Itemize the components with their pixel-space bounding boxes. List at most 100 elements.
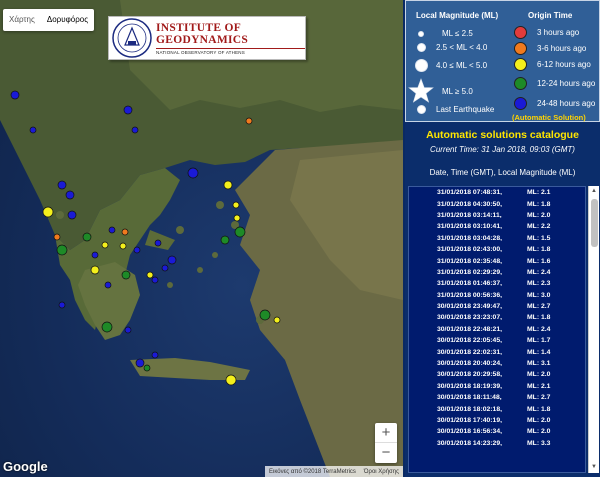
magnitude-row: 4.0 ≤ ML < 5.0 (406, 59, 487, 72)
row-datetime: 30/01/2018 22:48:21, (437, 325, 503, 333)
legend-box: Local Magnitude (ML) Origin Time ML ≤ 2.… (405, 0, 600, 122)
row-magnitude: ML: 2.0 (527, 428, 551, 436)
row-magnitude: ML: 1.7 (527, 337, 551, 345)
terms-link[interactable]: Όροι Χρήσης (364, 469, 399, 475)
scroll-thumb[interactable] (591, 199, 598, 247)
magnitude-row: ML ≥ 5.0 (406, 78, 473, 104)
row-magnitude: ML: 2.0 (527, 211, 551, 219)
row-datetime: 30/01/2018 20:29:58, (437, 371, 503, 379)
row-datetime: 31/01/2018 03:04:28, (437, 234, 503, 242)
row-datetime: 31/01/2018 04:30:50, (437, 200, 503, 208)
row-datetime: 30/01/2018 16:56:34, (437, 428, 503, 436)
catalogue-row[interactable]: 30/01/2018 18:02:18, ML: 1.8 (409, 403, 585, 414)
map-type-satellite[interactable]: Δορυφόρος (41, 9, 94, 31)
row-datetime: 30/01/2018 20:40:24, (437, 360, 503, 368)
star-icon (408, 78, 434, 103)
magnitude-legend-title: Local Magnitude (ML) (416, 11, 499, 20)
earthquake-markers (10, 90, 281, 386)
age-row: 24-48 hours ago (514, 97, 595, 110)
orange-dot-icon (514, 42, 527, 55)
row-datetime: 30/01/2018 18:02:18, (437, 405, 503, 413)
observatory-seal-icon (112, 18, 152, 58)
row-magnitude: ML: 1.6 (527, 257, 551, 265)
age-label: 12-24 hours ago (537, 79, 596, 88)
catalogue-row[interactable]: 31/01/2018 00:56:36, ML: 3.0 (409, 290, 585, 301)
row-magnitude: ML: 2.4 (527, 325, 551, 333)
catalogue-row[interactable]: 31/01/2018 04:30:50, ML: 1.8 (409, 198, 585, 209)
row-magnitude: ML: 1.8 (527, 200, 551, 208)
row-magnitude: ML: 2.1 (527, 382, 551, 390)
magnitude-label: Last Earthquake (436, 105, 495, 114)
age-label: 3 hours ago (537, 28, 580, 37)
row-datetime: 31/01/2018 03:10:41, (437, 223, 503, 231)
age-row: 12-24 hours ago (514, 77, 595, 90)
catalogue-row[interactable]: 31/01/2018 02:43:00, ML: 1.8 (409, 244, 585, 255)
magnitude-label: 4.0 ≤ ML < 5.0 (436, 61, 488, 70)
catalogue-row[interactable]: 30/01/2018 18:11:48, ML: 2.7 (409, 392, 585, 403)
scroll-down-icon[interactable]: ▼ (589, 462, 599, 473)
catalogue-row[interactable]: 30/01/2018 22:48:21, ML: 2.4 (409, 324, 585, 335)
row-magnitude: ML: 3.1 (527, 360, 551, 368)
catalogue-row[interactable]: 31/01/2018 02:35:48, ML: 1.6 (409, 255, 585, 266)
zoom-in-button[interactable]: + (375, 423, 397, 443)
age-row: 3-6 hours ago (514, 42, 586, 55)
catalogue-row[interactable]: 31/01/2018 03:10:41, ML: 2.2 (409, 221, 585, 232)
catalogue-row[interactable]: 31/01/2018 07:48:31, ML: 2.1 (409, 187, 585, 198)
row-magnitude: ML: 2.0 (527, 371, 551, 379)
age-label: 6-12 hours ago (537, 60, 591, 69)
row-magnitude: ML: 1.8 (527, 405, 551, 413)
row-magnitude: ML: 2.3 (527, 280, 551, 288)
row-magnitude: ML: 1.8 (527, 314, 551, 322)
row-magnitude: ML: 2.1 (527, 189, 551, 197)
imagery-credit: Εικόνες από ©2018 TerraMetrics (269, 468, 356, 475)
magnitude-row: 2.5 < ML < 4.0 (406, 43, 487, 52)
row-datetime: 31/01/2018 00:56:36, (437, 291, 503, 299)
row-datetime: 31/01/2018 02:29:29, (437, 268, 503, 276)
institute-name: INSTITUTE OF GEODYNAMICS (156, 21, 249, 46)
blue-dot-icon (514, 97, 527, 110)
institute-brand: INSTITUTE OF GEODYNAMICS NATIONAL OBSERV… (153, 22, 305, 55)
catalogue-row[interactable]: 30/01/2018 22:02:31, ML: 1.4 (409, 346, 585, 357)
yellow-dot-icon (514, 58, 527, 71)
catalogue-row[interactable]: 30/01/2018 23:49:47, ML: 2.7 (409, 301, 585, 312)
catalogue-row[interactable]: 30/01/2018 18:19:39, ML: 2.1 (409, 381, 585, 392)
row-magnitude: ML: 1.8 (527, 246, 551, 254)
catalogue-list[interactable]: 31/01/2018 07:48:31, ML: 2.1 31/01/2018 04… (408, 186, 586, 473)
row-datetime: 30/01/2018 23:23:07, (437, 314, 503, 322)
catalogue-row[interactable]: 30/01/2018 23:23:07, ML: 1.8 (409, 312, 585, 323)
row-magnitude: ML: 2.7 (527, 394, 551, 402)
scroll-up-icon[interactable]: ▲ (589, 186, 599, 197)
green-dot-icon (514, 77, 527, 90)
side-panel: Local Magnitude (ML) Origin Time ML ≤ 2.… (405, 0, 600, 477)
row-datetime: 31/01/2018 03:14:11, (437, 211, 502, 219)
row-datetime: 30/01/2018 17:40:19, (437, 417, 503, 424)
magnitude-row: Last Earthquake (406, 105, 494, 114)
catalogue-row[interactable]: 30/01/2018 14:23:29, ML: 3.3 (409, 438, 585, 449)
catalogue-scrollbar[interactable]: ▲ ▼ (588, 186, 599, 473)
last-earthquake-icon (416, 105, 426, 114)
zoom-control: + − (375, 423, 397, 463)
catalogue-row[interactable]: 30/01/2018 20:40:24, ML: 3.1 (409, 358, 585, 369)
map-attribution: Εικόνες από ©2018 TerraMetrics Όροι Χρήσ… (265, 466, 403, 477)
automatic-solution-note: (Automatic Solution) (512, 113, 586, 122)
catalogue-row[interactable]: 30/01/2018 17:40:19, ML: 2.0 (409, 415, 585, 426)
map-type-map[interactable]: Χάρτης (3, 9, 41, 31)
zoom-out-button[interactable]: − (375, 443, 397, 463)
catalogue-row[interactable]: 31/01/2018 02:29:29, ML: 2.4 (409, 267, 585, 278)
catalogue-row[interactable]: 30/01/2018 16:56:34, ML: 2.0 (409, 426, 585, 437)
catalogue-row[interactable]: 30/01/2018 20:29:58, ML: 2.0 (409, 369, 585, 380)
catalogue-row[interactable]: 30/01/2018 22:05:45, ML: 1.7 (409, 335, 585, 346)
row-magnitude: ML: 2.4 (527, 268, 551, 276)
small-circle-icon (418, 30, 424, 37)
row-magnitude: ML: 3.3 (527, 439, 551, 447)
row-magnitude: ML: 2.2 (527, 223, 551, 231)
catalogue-row[interactable]: 31/01/2018 01:46:37, ML: 2.3 (409, 278, 585, 289)
seismic-map[interactable]: Χάρτης Δορυφόρος INSTITUTE OF GEODYNAMIC… (0, 0, 403, 477)
row-datetime: 30/01/2018 22:02:31, (437, 348, 503, 356)
age-label: 3-6 hours ago (537, 44, 587, 53)
catalogue-row[interactable]: 31/01/2018 03:14:11, ML: 2.0 (409, 210, 585, 221)
row-magnitude: ML: 2.7 (527, 303, 551, 311)
row-magnitude: ML: 1.5 (527, 234, 551, 242)
app-root: Χάρτης Δορυφόρος INSTITUTE OF GEODYNAMIC… (0, 0, 600, 477)
catalogue-row[interactable]: 31/01/2018 03:04:28, ML: 1.5 (409, 233, 585, 244)
